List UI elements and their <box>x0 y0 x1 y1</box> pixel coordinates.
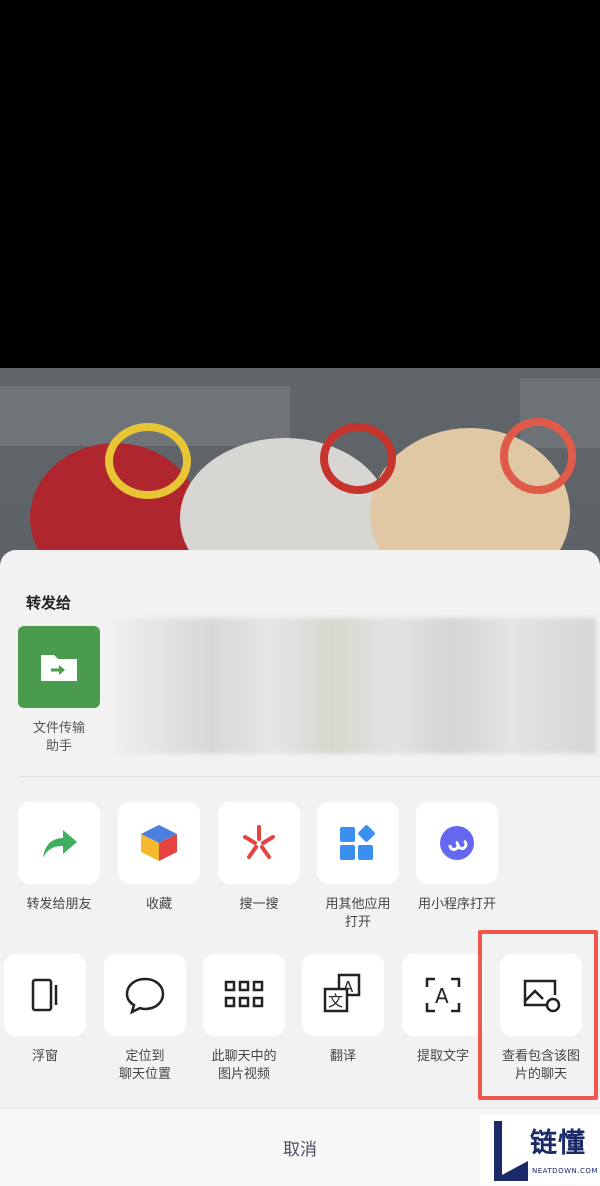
watermark-sub: NEATDOWN.COM <box>532 1167 598 1175</box>
favorite-cube-icon <box>118 802 200 884</box>
floating-window-icon <box>4 954 86 1036</box>
favorite-button[interactable]: 收藏 <box>118 802 200 914</box>
highlight-box <box>478 930 598 1100</box>
action-label: 用其他应用 打开 <box>325 897 391 930</box>
share-arrow-icon <box>18 802 100 884</box>
blurred-contacts <box>116 618 596 754</box>
locate-in-chat-button[interactable]: 定位到 聊天位置 <box>104 954 186 1084</box>
open-with-mini-program-button[interactable]: 用小程序打开 <box>416 802 498 914</box>
action-label: 搜一搜 <box>239 897 279 912</box>
share-sheet: 转发给 文件传输 助手 转发给朋友 收藏 搜一搜 用其他应用 打开 用小程序打开… <box>0 550 600 1186</box>
translate-icon: A 文 <box>302 954 384 1036</box>
file-transfer-icon <box>18 626 100 708</box>
action-label: 浮窗 <box>31 1049 58 1064</box>
action-label: 提取文字 <box>416 1049 469 1064</box>
contact-label: 文件传输 助手 <box>32 721 85 754</box>
chat-media-button[interactable]: 此聊天中的 图片视频 <box>203 954 285 1084</box>
search-star-icon <box>218 802 300 884</box>
floating-window-button[interactable]: 浮窗 <box>4 954 86 1066</box>
svg-text:A: A <box>435 984 449 1008</box>
action-label: 翻译 <box>329 1049 356 1064</box>
cancel-label: 取消 <box>283 1140 317 1160</box>
action-label: 用小程序打开 <box>417 897 496 912</box>
contact-file-transfer[interactable]: 文件传输 助手 <box>18 626 100 756</box>
forward-to-friend-button[interactable]: 转发给朋友 <box>18 802 100 914</box>
mini-program-icon <box>416 802 498 884</box>
watermark-name: 链懂 <box>530 1128 586 1159</box>
action-label: 转发给朋友 <box>26 897 92 912</box>
extract-text-icon: A <box>402 954 484 1036</box>
open-with-other-app-button[interactable]: 用其他应用 打开 <box>317 802 399 932</box>
watermark-logo: 链懂 NEATDOWN.COM <box>480 1115 600 1185</box>
action-label: 此聊天中的 图片视频 <box>211 1049 277 1082</box>
svg-text:文: 文 <box>328 992 343 1010</box>
forward-title: 转发给 <box>26 594 72 612</box>
chat-bubble-icon <box>104 954 186 1036</box>
grid-icon <box>203 954 285 1036</box>
action-label: 定位到 聊天位置 <box>118 1049 171 1082</box>
translate-button[interactable]: A 文 翻译 <box>302 954 384 1066</box>
extract-text-button[interactable]: A 提取文字 <box>402 954 484 1066</box>
watermark-l-icon <box>494 1121 528 1181</box>
action-label: 收藏 <box>145 897 172 912</box>
search-button[interactable]: 搜一搜 <box>218 802 300 914</box>
other-apps-icon <box>317 802 399 884</box>
divider <box>18 776 600 777</box>
